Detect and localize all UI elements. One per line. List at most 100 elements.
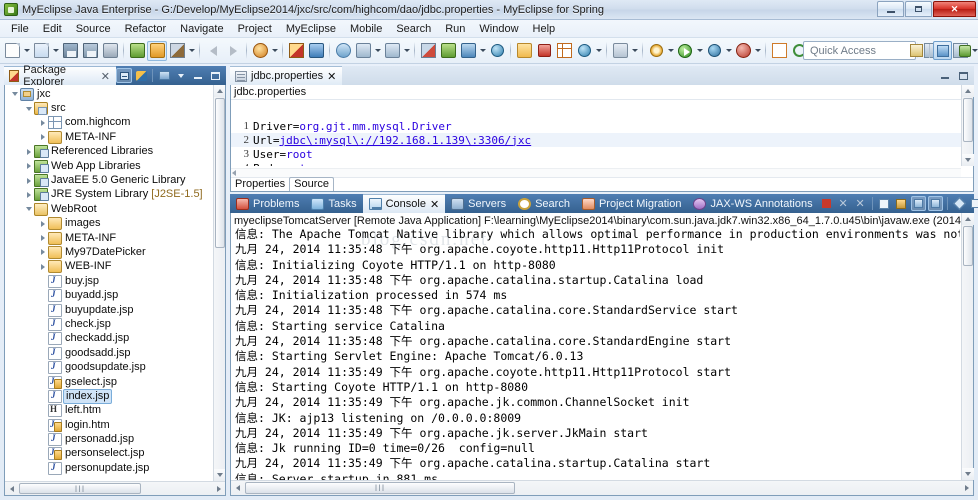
menu-help[interactable]: Help — [526, 22, 563, 36]
tomcat-button[interactable] — [250, 41, 270, 61]
deploy-button[interactable] — [127, 41, 147, 61]
chevron-right-icon[interactable] — [23, 175, 34, 186]
code-line[interactable]: 4Pwd=root — [231, 161, 961, 167]
chevron-right-icon[interactable] — [37, 132, 48, 143]
scroll-up-icon[interactable] — [962, 85, 974, 97]
project-tree[interactable]: jxc src com.highcom META-INF Referenced Libr… — [5, 85, 213, 481]
scroll-left-icon[interactable] — [231, 481, 244, 494]
tree-item-check-jsp[interactable]: check.jsp — [5, 317, 213, 331]
show-on-output-icon[interactable] — [910, 196, 926, 211]
run-button[interactable] — [675, 41, 695, 61]
tab-properties[interactable]: Properties — [231, 178, 289, 191]
tab-package-explorer[interactable]: Package Explorer ✕ — [4, 64, 116, 88]
scroll-down-icon[interactable] — [962, 154, 974, 166]
package-explorer-hscrollbar[interactable]: III — [5, 481, 225, 495]
chevron-right-icon[interactable] — [37, 233, 48, 244]
search-ref-button[interactable] — [353, 41, 373, 61]
tree-item-referenced-libraries[interactable]: Referenced Libraries — [5, 145, 213, 159]
close-icon[interactable]: ✕ — [101, 70, 110, 83]
tab-tasks[interactable]: Tasks — [305, 194, 362, 213]
tree-item-meta-inf[interactable]: META-INF — [5, 130, 213, 144]
tree-item-my97datepicker[interactable]: My97DatePicker — [5, 245, 213, 259]
hscroll-thumb[interactable]: III — [19, 483, 141, 494]
chevron-right-icon[interactable] — [23, 161, 34, 172]
build-button[interactable] — [167, 41, 187, 61]
show-on-error-icon[interactable] — [927, 196, 943, 211]
package-explorer-vscrollbar[interactable] — [213, 85, 225, 481]
tree-item-goodsadd-jsp[interactable]: goodsadd.jsp — [5, 346, 213, 360]
open-type-button[interactable] — [333, 41, 353, 61]
maximize-icon[interactable] — [207, 68, 223, 83]
terminate-icon[interactable] — [819, 196, 834, 211]
print-button[interactable] — [100, 41, 120, 61]
debug-dropdown[interactable] — [724, 41, 733, 61]
tree-item-javaee-5-0-generic-library[interactable]: JavaEE 5.0 Generic Library — [5, 173, 213, 188]
remove-all-icon[interactable]: ✕ — [853, 196, 868, 211]
package-view-button[interactable] — [286, 41, 306, 61]
camera-dropdown[interactable] — [630, 41, 639, 61]
chevron-right-icon[interactable] — [23, 146, 34, 157]
menu-project[interactable]: Project — [231, 22, 279, 36]
tree-item-index-jsp[interactable]: index.jsp — [5, 388, 213, 404]
chevron-down-icon[interactable] — [9, 89, 20, 100]
vscroll-thumb[interactable] — [215, 98, 225, 248]
menu-window[interactable]: Window — [472, 22, 525, 36]
console-output[interactable]: blog.csdn.net 信息: The Apache Tomcat Nati… — [231, 227, 960, 480]
web-browser-dropdown[interactable] — [594, 41, 603, 61]
save-button[interactable] — [60, 41, 80, 61]
new-wizard-dropdown[interactable] — [22, 41, 31, 61]
menu-refactor[interactable]: Refactor — [118, 22, 174, 36]
tree-item-buy-jsp[interactable]: buy.jsp — [5, 274, 213, 288]
scroll-lock-icon[interactable] — [894, 196, 909, 211]
collapse-all-icon[interactable] — [116, 68, 132, 83]
open-perspective-button[interactable] — [907, 41, 926, 60]
run-dropdown[interactable] — [695, 41, 704, 61]
chevron-right-icon[interactable] — [37, 247, 48, 258]
tree-item-com-highcom[interactable]: com.highcom — [5, 116, 213, 130]
tree-item-personadd-jsp[interactable]: personadd.jsp — [5, 432, 213, 447]
tree-item-jre-system-library[interactable]: JRE System Library [J2SE-1.5] — [5, 188, 213, 202]
chevron-right-icon[interactable] — [23, 189, 34, 200]
search-ref-dropdown[interactable] — [373, 41, 382, 61]
tree-item-personupdate-jsp[interactable]: personupdate.jsp — [5, 461, 213, 475]
maximize-button[interactable] — [905, 1, 932, 17]
new-project-dropdown[interactable] — [51, 41, 60, 61]
tree-item-src[interactable]: src — [5, 101, 213, 116]
tab-console[interactable]: Console ✕ — [362, 194, 446, 213]
scroll-left-icon[interactable] — [5, 482, 18, 495]
tree-item-goodsupdate-jsp[interactable]: goodsupdate.jsp — [5, 360, 213, 375]
code-line[interactable]: 3 User=root — [231, 147, 961, 161]
spring-perspective-button[interactable] — [955, 41, 974, 60]
tab-jdbc-properties[interactable]: jdbc.properties ✕ — [230, 66, 343, 85]
tree-item-buyupdate-jsp[interactable]: buyupdate.jsp — [5, 303, 213, 317]
last-edit-dropdown[interactable] — [478, 41, 487, 61]
new-class-button[interactable] — [769, 41, 789, 61]
open-folder-button[interactable] — [514, 41, 534, 61]
scroll-right-icon[interactable] — [212, 482, 225, 495]
tree-item-buyadd-jsp[interactable]: buyadd.jsp — [5, 288, 213, 303]
tree-item-left-htm[interactable]: left.htm — [5, 404, 213, 418]
chevron-down-icon[interactable] — [23, 103, 34, 114]
menu-navigate[interactable]: Navigate — [173, 22, 230, 36]
focus-task-icon[interactable] — [156, 68, 172, 83]
tab-servers[interactable]: Servers — [445, 194, 512, 213]
chevron-right-icon[interactable] — [37, 117, 48, 128]
scroll-down-icon[interactable] — [214, 469, 225, 481]
menu-file[interactable]: File — [4, 22, 36, 36]
tab-source[interactable]: Source — [289, 177, 334, 191]
tree-item-gselect-jsp[interactable]: gselect.jsp — [5, 375, 213, 389]
display-console-icon[interactable] — [969, 196, 978, 211]
search-decl-button[interactable] — [382, 41, 402, 61]
pin-icon[interactable] — [952, 196, 967, 211]
build-dropdown[interactable] — [187, 41, 196, 61]
link-editor-icon[interactable] — [133, 68, 149, 83]
profile-button[interactable] — [733, 41, 753, 61]
report-button[interactable] — [554, 41, 574, 61]
scroll-down-icon[interactable] — [962, 468, 974, 480]
next-annotation-button[interactable] — [418, 41, 438, 61]
tree-item-images[interactable]: images — [5, 217, 213, 231]
menu-edit[interactable]: Edit — [36, 22, 69, 36]
prev-annotation-button[interactable] — [438, 41, 458, 61]
vscroll-thumb[interactable] — [963, 98, 973, 142]
clear-console-icon[interactable] — [877, 196, 892, 211]
